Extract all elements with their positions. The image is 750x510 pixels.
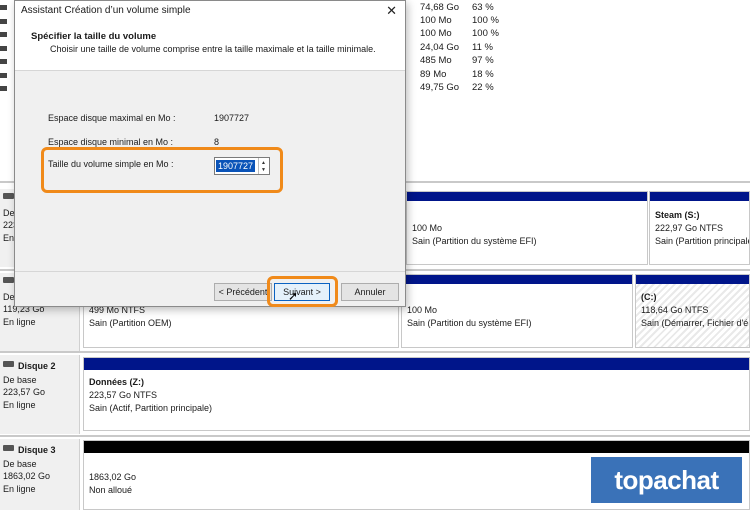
partition-name: (C:) xyxy=(641,292,657,302)
highlight-box-next xyxy=(267,276,338,307)
partition-size: 118,64 Go NTFS xyxy=(641,305,709,315)
volume-row[interactable]: 485 Mo 97 % xyxy=(420,54,750,67)
partition-status: Non alloué xyxy=(89,485,133,495)
disk-size: 1863,02 Go xyxy=(3,471,51,481)
partition-status: Sain (Partition du système EFI) xyxy=(407,318,532,328)
partition-donnees[interactable]: Données (Z:) 223,57 Go NTFS Sain (Actif,… xyxy=(83,357,750,431)
partition-size: 223,57 Go NTFS xyxy=(89,390,158,400)
volume-free-percent: 18 % xyxy=(472,69,494,80)
partition-name: Steam (S:) xyxy=(655,210,700,220)
partition-status: Sain (Partition principale xyxy=(655,236,750,246)
partition-status: Sain (Partition du système EFI) xyxy=(412,236,537,246)
partition-size: 1863,02 Go xyxy=(89,472,137,482)
volume-icon xyxy=(0,86,7,91)
min-size-label: Espace disque minimal en Mo : xyxy=(48,137,174,147)
max-size-label: Espace disque maximal en Mo : xyxy=(48,113,176,123)
volume-free-percent: 11 % xyxy=(472,42,493,53)
volume-free-percent: 100 % xyxy=(472,15,499,26)
volume-icon xyxy=(0,59,7,64)
partition-efi[interactable]: 100 Mo Sain (Partition du système EFI) xyxy=(406,191,648,265)
volume-wizard-dialog: Assistant Création d’un volume simple ✕ … xyxy=(14,0,406,307)
disk-size: 223,57 Go xyxy=(3,387,46,397)
topachat-logo: topachat xyxy=(591,457,742,503)
volume-free-percent: 97 % xyxy=(472,55,494,66)
close-icon[interactable]: ✕ xyxy=(386,3,397,19)
volume-row[interactable]: 49,75 Go 22 % xyxy=(420,81,750,94)
volume-row[interactable]: 100 Mo 100 % xyxy=(420,14,750,27)
partition-bar xyxy=(402,275,632,284)
partition-status: Sain (Partition OEM) xyxy=(89,318,172,328)
volume-capacity: 24,04 Go xyxy=(420,42,460,53)
partition-bar xyxy=(84,358,749,370)
disk-type: De base xyxy=(3,459,37,469)
volume-capacity: 485 Mo xyxy=(420,55,452,66)
volume-capacity: 100 Mo xyxy=(420,15,452,26)
partition-name: Données (Z:) xyxy=(89,377,144,387)
disk-2-label[interactable]: Disque 2 De base 223,57 Go En ligne xyxy=(0,355,80,434)
disk-type: De base xyxy=(3,375,37,385)
volume-capacity: 89 Mo xyxy=(420,69,447,80)
dialog-title: Assistant Création d’un volume simple xyxy=(21,5,191,16)
dialog-header: Spécifier la taille du volume Choisir un… xyxy=(15,23,405,71)
partition-size: 100 Mo xyxy=(412,223,443,233)
partition-status: Sain (Démarrer, Fichier d'é xyxy=(641,318,749,328)
volume-icon xyxy=(0,73,7,78)
partition-bar xyxy=(650,192,749,201)
volume-row[interactable]: 89 Mo 18 % xyxy=(420,68,750,81)
highlight-box-size xyxy=(41,147,283,193)
disk-icon xyxy=(3,445,14,451)
cancel-button[interactable]: Annuler xyxy=(341,283,399,301)
dialog-titlebar[interactable]: Assistant Création d’un volume simple ✕ xyxy=(15,1,405,23)
partition-status: Sain (Actif, Partition principale) xyxy=(89,403,213,413)
disk-icon xyxy=(3,277,14,283)
partition-size: 222,97 Go NTFS xyxy=(655,223,724,233)
partition-size: 100 Mo xyxy=(407,305,438,315)
volume-icon xyxy=(0,32,7,37)
volume-icon xyxy=(0,5,7,10)
partition-bar xyxy=(407,192,647,201)
mouse-cursor-icon: ➚ xyxy=(288,289,299,303)
partition-c[interactable]: (C:) 118,64 Go NTFS Sain (Démarrer, Fich… xyxy=(635,274,750,348)
max-size-value: 1907727 xyxy=(214,113,250,123)
partition-efi[interactable]: 100 Mo Sain (Partition du système EFI) xyxy=(401,274,633,348)
previous-button[interactable]: < Précédent xyxy=(214,283,272,301)
disk-title: Disque 2 xyxy=(18,361,56,371)
volume-capacity: 100 Mo xyxy=(420,28,452,39)
volume-icon xyxy=(0,46,7,51)
disk-type: De xyxy=(3,208,15,218)
disk-status: En ligne xyxy=(3,400,36,410)
volume-icon xyxy=(0,19,7,24)
dialog-heading: Spécifier la taille du volume xyxy=(31,31,157,42)
disk-type: De xyxy=(3,292,15,302)
volume-free-percent: 22 % xyxy=(472,82,494,93)
disk-status: En ligne xyxy=(3,317,36,327)
volume-row[interactable]: 74,68 Go 63 % xyxy=(420,1,750,14)
disk-icon xyxy=(3,361,14,367)
footer-divider xyxy=(15,271,405,272)
partition-bar xyxy=(636,275,749,284)
disk-status: En ligne xyxy=(3,484,36,494)
volume-capacity: 49,75 Go xyxy=(420,82,460,93)
disk-divider xyxy=(0,435,750,437)
disk-title: Disque 3 xyxy=(18,445,56,455)
volume-capacity: 74,68 Go xyxy=(420,2,460,13)
volume-free-percent: 100 % xyxy=(472,28,499,39)
volume-row[interactable]: 100 Mo 100 % xyxy=(420,27,750,40)
partition-steam[interactable]: Steam (S:) 222,97 Go NTFS Sain (Partitio… xyxy=(649,191,750,265)
min-size-value: 8 xyxy=(214,137,220,147)
dialog-subheading: Choisir une taille de volume comprise en… xyxy=(50,44,376,54)
partition-bar xyxy=(84,441,749,453)
disk-icon xyxy=(3,193,14,199)
volume-row[interactable]: 24,04 Go 11 % xyxy=(420,41,750,54)
disk-divider xyxy=(0,351,750,353)
volume-free-percent: 63 % xyxy=(472,2,494,13)
disk-3-label[interactable]: Disque 3 De base 1863,02 Go En ligne xyxy=(0,439,80,510)
